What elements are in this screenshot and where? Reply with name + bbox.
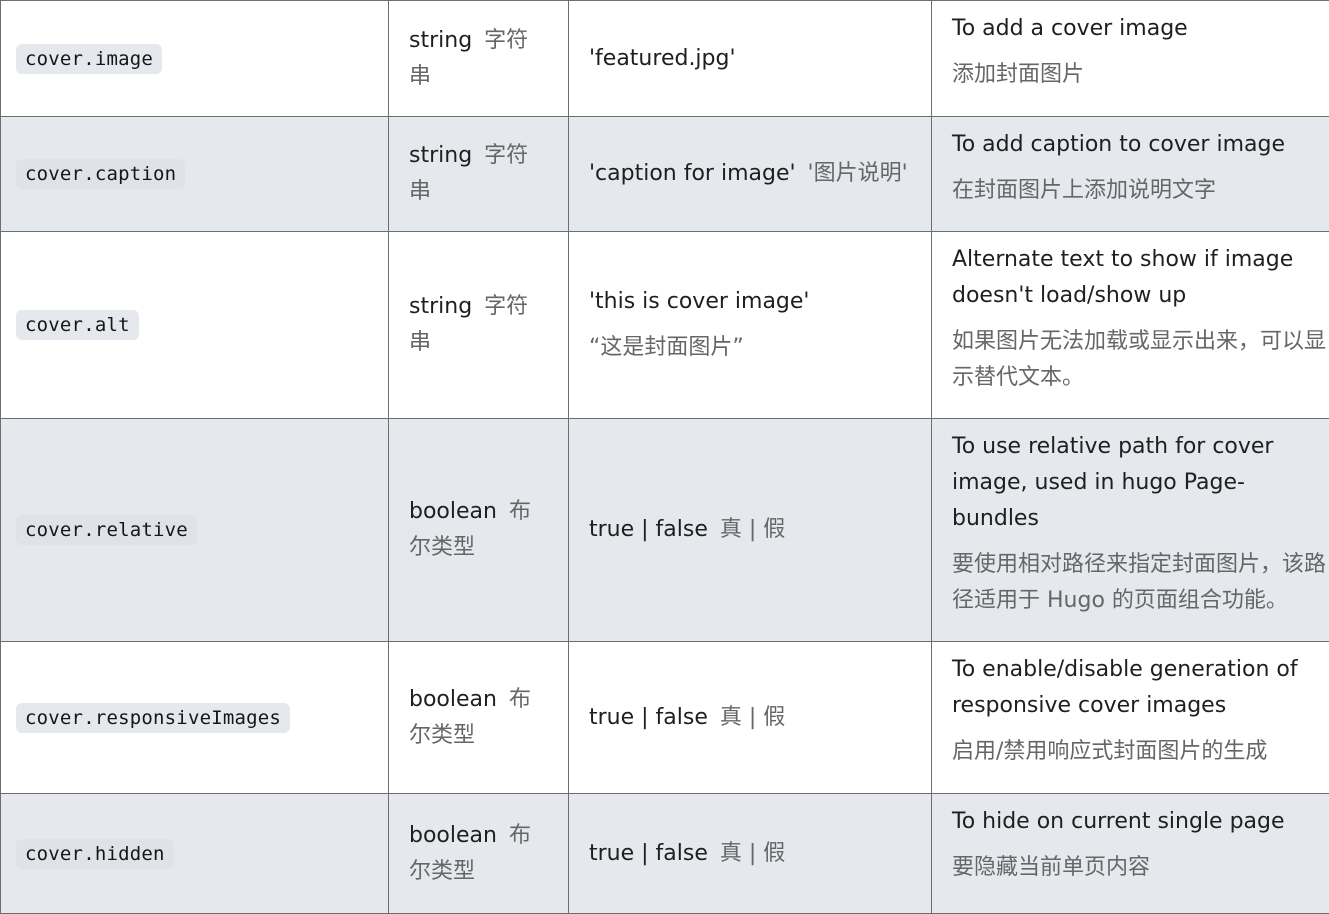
key-cell: cover.alt (1, 232, 389, 419)
description-cell: To hide on current single page 要隐藏当前单页内容 (932, 794, 1329, 914)
key-cell: cover.caption (1, 117, 389, 232)
param-key: cover.responsiveImages (16, 703, 290, 733)
type-en: string (409, 28, 472, 53)
default-cell: 'featured.jpg' (569, 1, 932, 117)
table-row: cover.alt string字符串 'this is cover image… (1, 232, 1329, 419)
default-cell: 'caption for image' '图片说明' (569, 117, 932, 232)
default-en: 'caption for image' (589, 161, 796, 186)
table-row: cover.hidden boolean布尔类型 true | false 真 |… (1, 794, 1329, 914)
default-zh: '图片说明' (808, 161, 908, 186)
key-cell: cover.hidden (1, 794, 389, 914)
param-key: cover.caption (16, 159, 185, 189)
type-en: string (409, 143, 472, 168)
description-zh: 添加封面图片 (952, 57, 1327, 93)
type-cell: boolean布尔类型 (389, 794, 569, 914)
param-key: cover.relative (16, 515, 197, 545)
param-key: cover.alt (16, 310, 139, 340)
key-cell: cover.image (1, 1, 389, 117)
default-cell: true | false 真 | 假 (569, 419, 932, 642)
description-en: Alternate text to show if image doesn't … (952, 242, 1327, 314)
type-cell: string字符串 (389, 117, 569, 232)
description-zh: 要隐藏当前单页内容 (952, 850, 1327, 886)
type-cell: boolean布尔类型 (389, 642, 569, 794)
description-en: To add caption to cover image (952, 127, 1327, 163)
default-en: true | false (589, 705, 708, 730)
default-zh: 真 | 假 (720, 705, 785, 730)
description-cell: To use relative path for cover image, us… (932, 419, 1329, 642)
default-cell: true | false 真 | 假 (569, 794, 932, 914)
description-en: To use relative path for cover image, us… (952, 429, 1327, 537)
type-cell: string字符串 (389, 232, 569, 419)
description-cell: To add caption to cover image 在封面图片上添加说明… (932, 117, 1329, 232)
param-key: cover.hidden (16, 839, 174, 869)
description-cell: To enable/disable generation of responsi… (932, 642, 1329, 794)
description-en: To add a cover image (952, 11, 1327, 47)
description-zh: 要使用相对路径来指定封面图片，该路径适用于 Hugo 的页面组合功能。 (952, 547, 1327, 619)
type-en: boolean (409, 823, 497, 848)
default-en: true | false (589, 517, 708, 542)
default-cell: true | false 真 | 假 (569, 642, 932, 794)
description-zh: 在封面图片上添加说明文字 (952, 173, 1327, 209)
type-cell: string字符串 (389, 1, 569, 117)
description-en: To enable/disable generation of responsi… (952, 652, 1327, 724)
default-zh: 真 | 假 (720, 841, 785, 866)
default-zh: 真 | 假 (720, 517, 785, 542)
description-cell: Alternate text to show if image doesn't … (932, 232, 1329, 419)
table-row: cover.image string字符串 'featured.jpg' To … (1, 1, 1329, 117)
default-en: 'featured.jpg' (589, 46, 736, 71)
description-en: To hide on current single page (952, 804, 1327, 840)
description-cell: To add a cover image 添加封面图片 (932, 1, 1329, 117)
default-en: true | false (589, 841, 708, 866)
description-zh: 如果图片无法加载或显示出来，可以显示替代文本。 (952, 324, 1327, 396)
param-key: cover.image (16, 44, 162, 74)
default-zh: “这是封面图片” (589, 330, 911, 366)
type-en: boolean (409, 687, 497, 712)
table-row: cover.responsiveImages boolean布尔类型 true … (1, 642, 1329, 794)
type-en: string (409, 294, 472, 319)
description-zh: 启用/禁用响应式封面图片的生成 (952, 734, 1327, 770)
type-en: boolean (409, 499, 497, 524)
default-cell: 'this is cover image' “这是封面图片” (569, 232, 932, 419)
type-cell: boolean布尔类型 (389, 419, 569, 642)
key-cell: cover.responsiveImages (1, 642, 389, 794)
table-row: cover.caption string字符串 'caption for ima… (1, 117, 1329, 232)
table-row: cover.relative boolean布尔类型 true | false 真… (1, 419, 1329, 642)
default-en: 'this is cover image' (589, 284, 911, 320)
key-cell: cover.relative (1, 419, 389, 642)
cover-params-table: cover.image string字符串 'featured.jpg' To … (0, 0, 1329, 914)
